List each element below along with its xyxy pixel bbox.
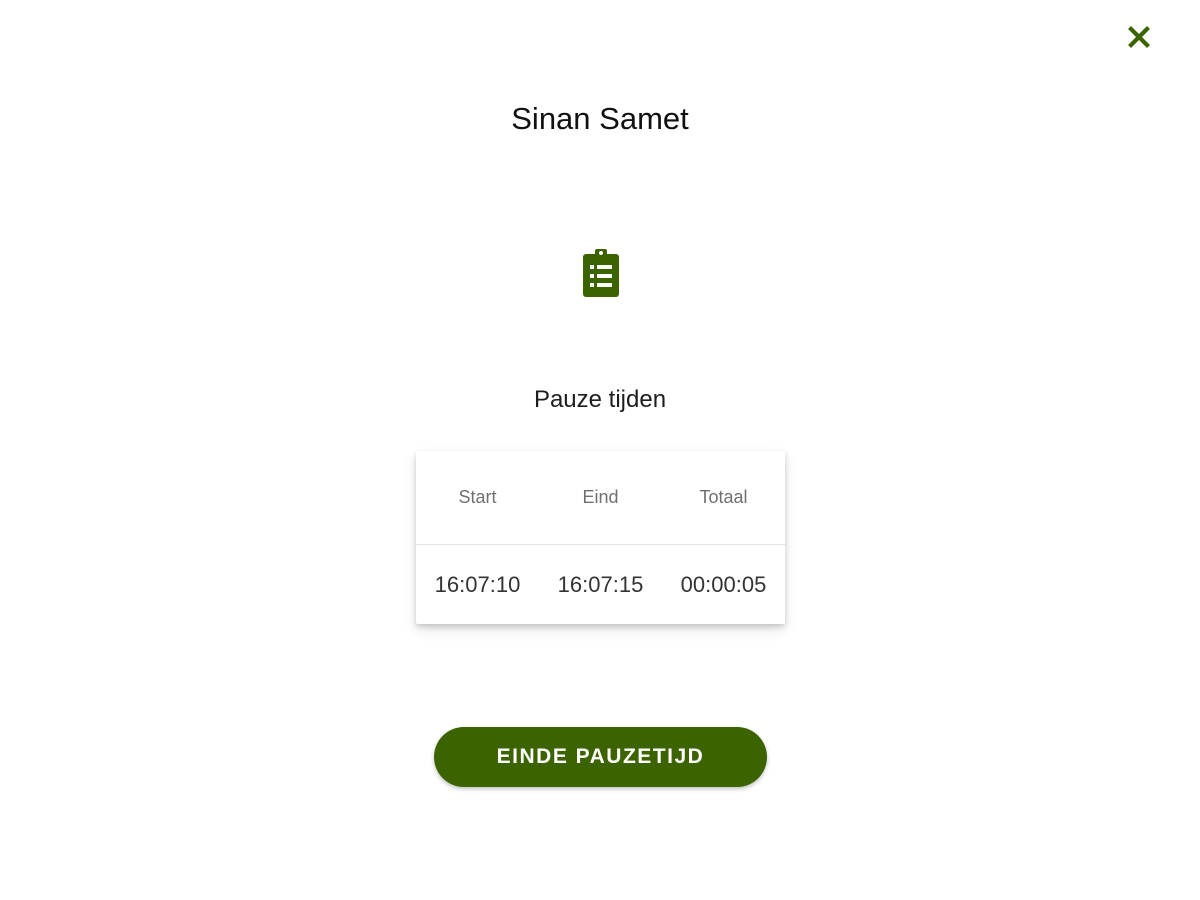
end-pause-button[interactable]: EINDE PAUZETIJD [434, 727, 767, 787]
close-icon [1128, 26, 1150, 48]
table-row: 16:07:10 16:07:15 00:00:05 [416, 545, 785, 624]
pause-times-table: Start Eind Totaal 16:07:10 16:07:15 00:0… [416, 451, 785, 624]
column-header-end: Eind [582, 487, 619, 507]
cell-total-time: 00:00:05 [680, 571, 767, 597]
clipboard-list-icon [583, 249, 619, 297]
section-title: Pauze tijden [533, 386, 667, 413]
employee-name: Sinan Samet [511, 101, 689, 136]
column-header-start: Start [458, 487, 497, 507]
cell-end-time: 16:07:15 [557, 571, 644, 597]
table-header-row: Start Eind Totaal [416, 451, 785, 545]
close-button[interactable] [1124, 22, 1154, 52]
pause-dialog: Sinan Samet Pauze tijden Start Eind Tota… [0, 0, 1200, 900]
column-header-total: Totaal [699, 487, 748, 507]
cell-start-time: 16:07:10 [434, 571, 521, 597]
